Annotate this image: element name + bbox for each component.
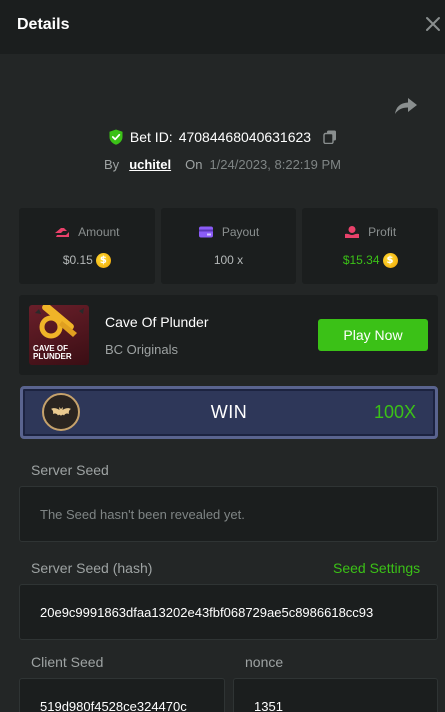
nonce-value: 1351 <box>254 698 283 712</box>
by-label: By <box>104 156 120 172</box>
client-seed-value: 519d980f4528ce324470c <box>40 698 187 712</box>
nonce-field[interactable]: 1351 <box>233 678 438 712</box>
coin-icon: $ <box>382 252 398 268</box>
bat-icon <box>51 407 71 416</box>
amount-value: $0.15 <box>62 253 93 267</box>
client-seed-label: Client Seed <box>31 654 104 670</box>
client-seed-field[interactable]: 519d980f4528ce324470c <box>19 678 225 712</box>
payout-value: 100 x <box>213 253 244 267</box>
bet-date: 1/24/2023, 8:22:19 PM <box>209 156 341 172</box>
game-card: CAVE OF PLUNDER Cave Of Plunder BC Origi… <box>19 295 438 375</box>
shield-check-icon <box>109 129 123 145</box>
server-hash-field[interactable]: 20e9c9991863dfaa13202e43fbf068729ae5c898… <box>19 584 438 640</box>
server-hash-value: 20e9c9991863dfaa13202e43fbf068729ae5c898… <box>40 604 374 620</box>
result-multiplier: 100X <box>373 402 416 422</box>
thumb-text-line-2: PLUNDER <box>33 352 72 361</box>
copy-icon[interactable] <box>323 130 337 144</box>
bet-stats: Amount $0.15 $ Payout 100 x Profit $15.3… <box>19 208 439 284</box>
bet-meta-row: By uchitel On 1/24/2023, 8:22:19 PM <box>0 154 445 174</box>
profit-label: Profit <box>368 224 397 239</box>
modal-title: Details <box>17 16 70 33</box>
modal-header: Details <box>0 0 445 54</box>
share-icon[interactable] <box>394 96 418 116</box>
seed-settings-link[interactable]: Seed Settings <box>333 560 420 576</box>
game-title: Cave Of Plunder <box>105 314 209 330</box>
coin-icon: $ <box>95 252 111 268</box>
result-banner: WIN 100X <box>20 386 438 439</box>
payout-stat: Payout 100 x <box>160 208 297 284</box>
medal-bat-icon <box>42 393 80 431</box>
server-hash-label: Server Seed (hash) <box>31 560 153 576</box>
profit-stat: Profit $15.34 $ <box>302 208 439 284</box>
username-link[interactable]: uchitel <box>129 157 171 172</box>
on-label: On <box>185 156 203 172</box>
profit-icon <box>345 225 360 238</box>
close-icon[interactable] <box>424 15 442 33</box>
server-seed-label: Server Seed <box>31 462 109 478</box>
game-provider: BC Originals <box>105 342 178 357</box>
nonce-label: nonce <box>245 654 284 670</box>
bet-id-row: Bet ID: 47084468040631623 <box>0 127 445 147</box>
profit-value: $15.34 <box>342 253 380 267</box>
bet-id-value: 47084468040631623 <box>178 129 312 145</box>
server-seed-field: The Seed hasn't been revealed yet. <box>19 486 438 542</box>
payout-icon <box>198 226 213 238</box>
amount-label: Amount <box>78 224 120 239</box>
game-thumbnail[interactable]: CAVE OF PLUNDER <box>29 305 89 365</box>
play-now-button[interactable]: Play Now <box>318 319 428 351</box>
server-seed-value: The Seed hasn't been revealed yet. <box>40 506 245 522</box>
amount-icon <box>55 227 70 237</box>
bet-id-label: Bet ID: <box>129 129 173 145</box>
amount-stat: Amount $0.15 $ <box>19 208 155 284</box>
payout-label: Payout <box>221 225 260 239</box>
